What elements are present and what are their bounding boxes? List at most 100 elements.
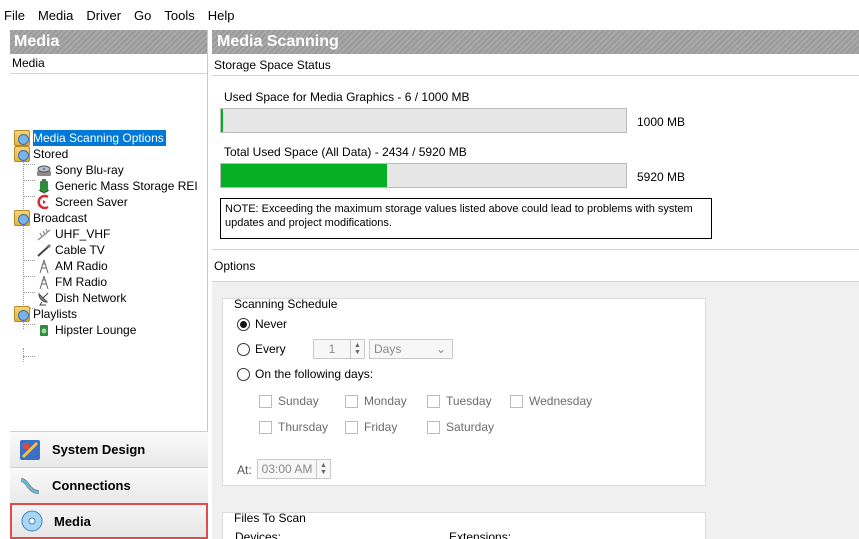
tree-item-label: Broadcast xyxy=(33,211,88,225)
connections-icon xyxy=(20,477,40,494)
tree-connector xyxy=(23,164,35,165)
tree-item-hipster-lounge[interactable]: Hipster Lounge xyxy=(36,322,136,338)
checkbox-label: Wednesday xyxy=(529,394,593,408)
tree-connector xyxy=(23,292,35,293)
scanning-schedule-title: Scanning Schedule xyxy=(234,297,338,311)
tree-item-media-scanning-options[interactable]: Media Scanning Options xyxy=(14,130,166,146)
left-pane: Media Media Media Scanning Options Store… xyxy=(10,30,208,539)
time-value: 03:00 AM xyxy=(261,462,313,476)
tree-item-playlists[interactable]: Playlists xyxy=(14,306,77,322)
radio-label: On the following days: xyxy=(255,367,374,381)
tree-item-fm-radio[interactable]: FM Radio xyxy=(36,274,107,290)
checkbox-box xyxy=(259,420,272,434)
graphics-usage-bar xyxy=(220,108,627,133)
tree-item-dish-network[interactable]: Dish Network xyxy=(36,290,126,306)
radio-indicator xyxy=(237,367,250,381)
files-to-scan-title: Files To Scan xyxy=(234,511,306,525)
nav-label: Connections xyxy=(52,478,131,493)
tree-item-broadcast[interactable]: Broadcast xyxy=(14,210,87,226)
checkbox-box xyxy=(345,394,358,408)
stepper-arrows-icon[interactable]: ▲ ▼ xyxy=(316,460,330,478)
checkbox-wednesday[interactable]: Wednesday xyxy=(510,394,592,408)
menu-file[interactable]: File xyxy=(4,8,25,23)
tree-item-label: Dish Network xyxy=(55,291,127,305)
storage-section-title: Storage Space Status xyxy=(212,54,859,76)
tree-connector xyxy=(23,348,24,362)
menu-bar: File Media Driver Go Tools Help xyxy=(0,0,859,30)
nav-label: System Design xyxy=(52,442,146,457)
left-pane-title: Media xyxy=(10,30,207,54)
checkbox-thursday[interactable]: Thursday xyxy=(259,420,328,434)
checkbox-box xyxy=(345,420,358,434)
tree-item-label: UHF_VHF xyxy=(55,227,111,241)
media-tree: Media Scanning Options Stored Sony Blu-r… xyxy=(10,74,207,411)
checkbox-label: Tuesday xyxy=(446,394,492,408)
folder-icon xyxy=(14,130,30,146)
extensions-label: Extensions: xyxy=(449,530,512,539)
radio-label: Every xyxy=(255,342,286,356)
menu-driver[interactable]: Driver xyxy=(86,8,121,23)
folder-icon xyxy=(14,306,30,322)
antenna-icon xyxy=(37,228,51,241)
tree-connector xyxy=(23,324,35,325)
checkbox-label: Thursday xyxy=(278,420,329,434)
checkbox-box xyxy=(427,420,440,434)
tree-item-generic-mass-storage[interactable]: Generic Mass Storage REI xyxy=(36,178,198,194)
checkbox-saturday[interactable]: Saturday xyxy=(427,420,494,434)
checkbox-box xyxy=(259,394,272,408)
nav-connections[interactable]: Connections xyxy=(10,467,208,503)
graphics-usage-label: Used Space for Media Graphics - 6 / 1000… xyxy=(224,90,470,104)
total-usage-fill xyxy=(221,164,388,187)
radio-tower-icon xyxy=(39,259,49,274)
menu-help[interactable]: Help xyxy=(208,8,235,23)
folder-icon xyxy=(14,146,30,162)
nav-media[interactable]: Media xyxy=(10,503,208,539)
checkbox-tuesday[interactable]: Tuesday xyxy=(427,394,492,408)
graphics-max-label: 1000 MB xyxy=(637,115,686,129)
tree-item-screen-saver[interactable]: Screen Saver xyxy=(36,194,128,210)
tree-item-am-radio[interactable]: AM Radio xyxy=(36,258,108,274)
radio-following-days[interactable]: On the following days: xyxy=(237,367,373,381)
stepper-arrows-icon[interactable]: ▲ ▼ xyxy=(350,340,364,358)
checkbox-sunday[interactable]: Sunday xyxy=(259,394,319,408)
devices-label: Devices: xyxy=(235,530,282,539)
select-value: Days xyxy=(374,342,402,356)
nav-system-design[interactable]: System Design xyxy=(10,431,208,467)
tree-item-sony-bluray[interactable]: Sony Blu-ray xyxy=(36,162,124,178)
checkbox-monday[interactable]: Monday xyxy=(345,394,407,408)
nav-label: Media xyxy=(54,513,91,529)
checkbox-label: Saturday xyxy=(446,420,495,434)
tree-connector xyxy=(23,196,35,197)
total-max-label: 5920 MB xyxy=(637,170,686,184)
tree-item-label: Hipster Lounge xyxy=(55,323,137,337)
tree-item-label: Cable TV xyxy=(55,243,105,257)
satellite-dish-icon xyxy=(38,292,49,306)
menu-go[interactable]: Go xyxy=(134,8,151,23)
tree-item-cable-tv[interactable]: Cable TV xyxy=(36,242,105,258)
interval-unit-select[interactable]: Days ⌄ xyxy=(369,339,453,359)
radio-never[interactable]: Never xyxy=(237,317,287,331)
radio-every[interactable]: Every xyxy=(237,342,286,356)
screen-saver-icon xyxy=(37,194,49,210)
cable-icon xyxy=(37,244,51,257)
every-interval-stepper[interactable]: 1 ▲ ▼ xyxy=(313,339,365,359)
menu-media[interactable]: Media xyxy=(38,8,73,23)
checkbox-friday[interactable]: Friday xyxy=(345,420,397,434)
menu-tools[interactable]: Tools xyxy=(164,8,194,23)
radio-tower-icon xyxy=(39,275,49,290)
tree-connector xyxy=(23,260,35,261)
storage-warning-note: NOTE: Exceeding the maximum storage valu… xyxy=(220,198,712,239)
usb-storage-icon xyxy=(38,179,50,194)
scan-time-picker[interactable]: 03:00 AM ▲ ▼ xyxy=(257,459,331,479)
radio-selected-indicator xyxy=(237,317,250,331)
tree-item-stored[interactable]: Stored xyxy=(14,146,68,162)
scanning-schedule-group: Scanning Schedule Never Every 1 ▲ ▼ Days … xyxy=(222,297,706,486)
tree-header: Media xyxy=(10,54,207,74)
graphics-usage-fill xyxy=(221,109,224,132)
tree-item-uhf-vhf[interactable]: UHF_VHF xyxy=(36,226,110,242)
system-design-icon xyxy=(20,439,40,460)
checkbox-label: Friday xyxy=(364,420,398,434)
checkbox-label: Monday xyxy=(364,394,407,408)
checkbox-box xyxy=(427,394,440,408)
tree-connector xyxy=(23,356,35,357)
